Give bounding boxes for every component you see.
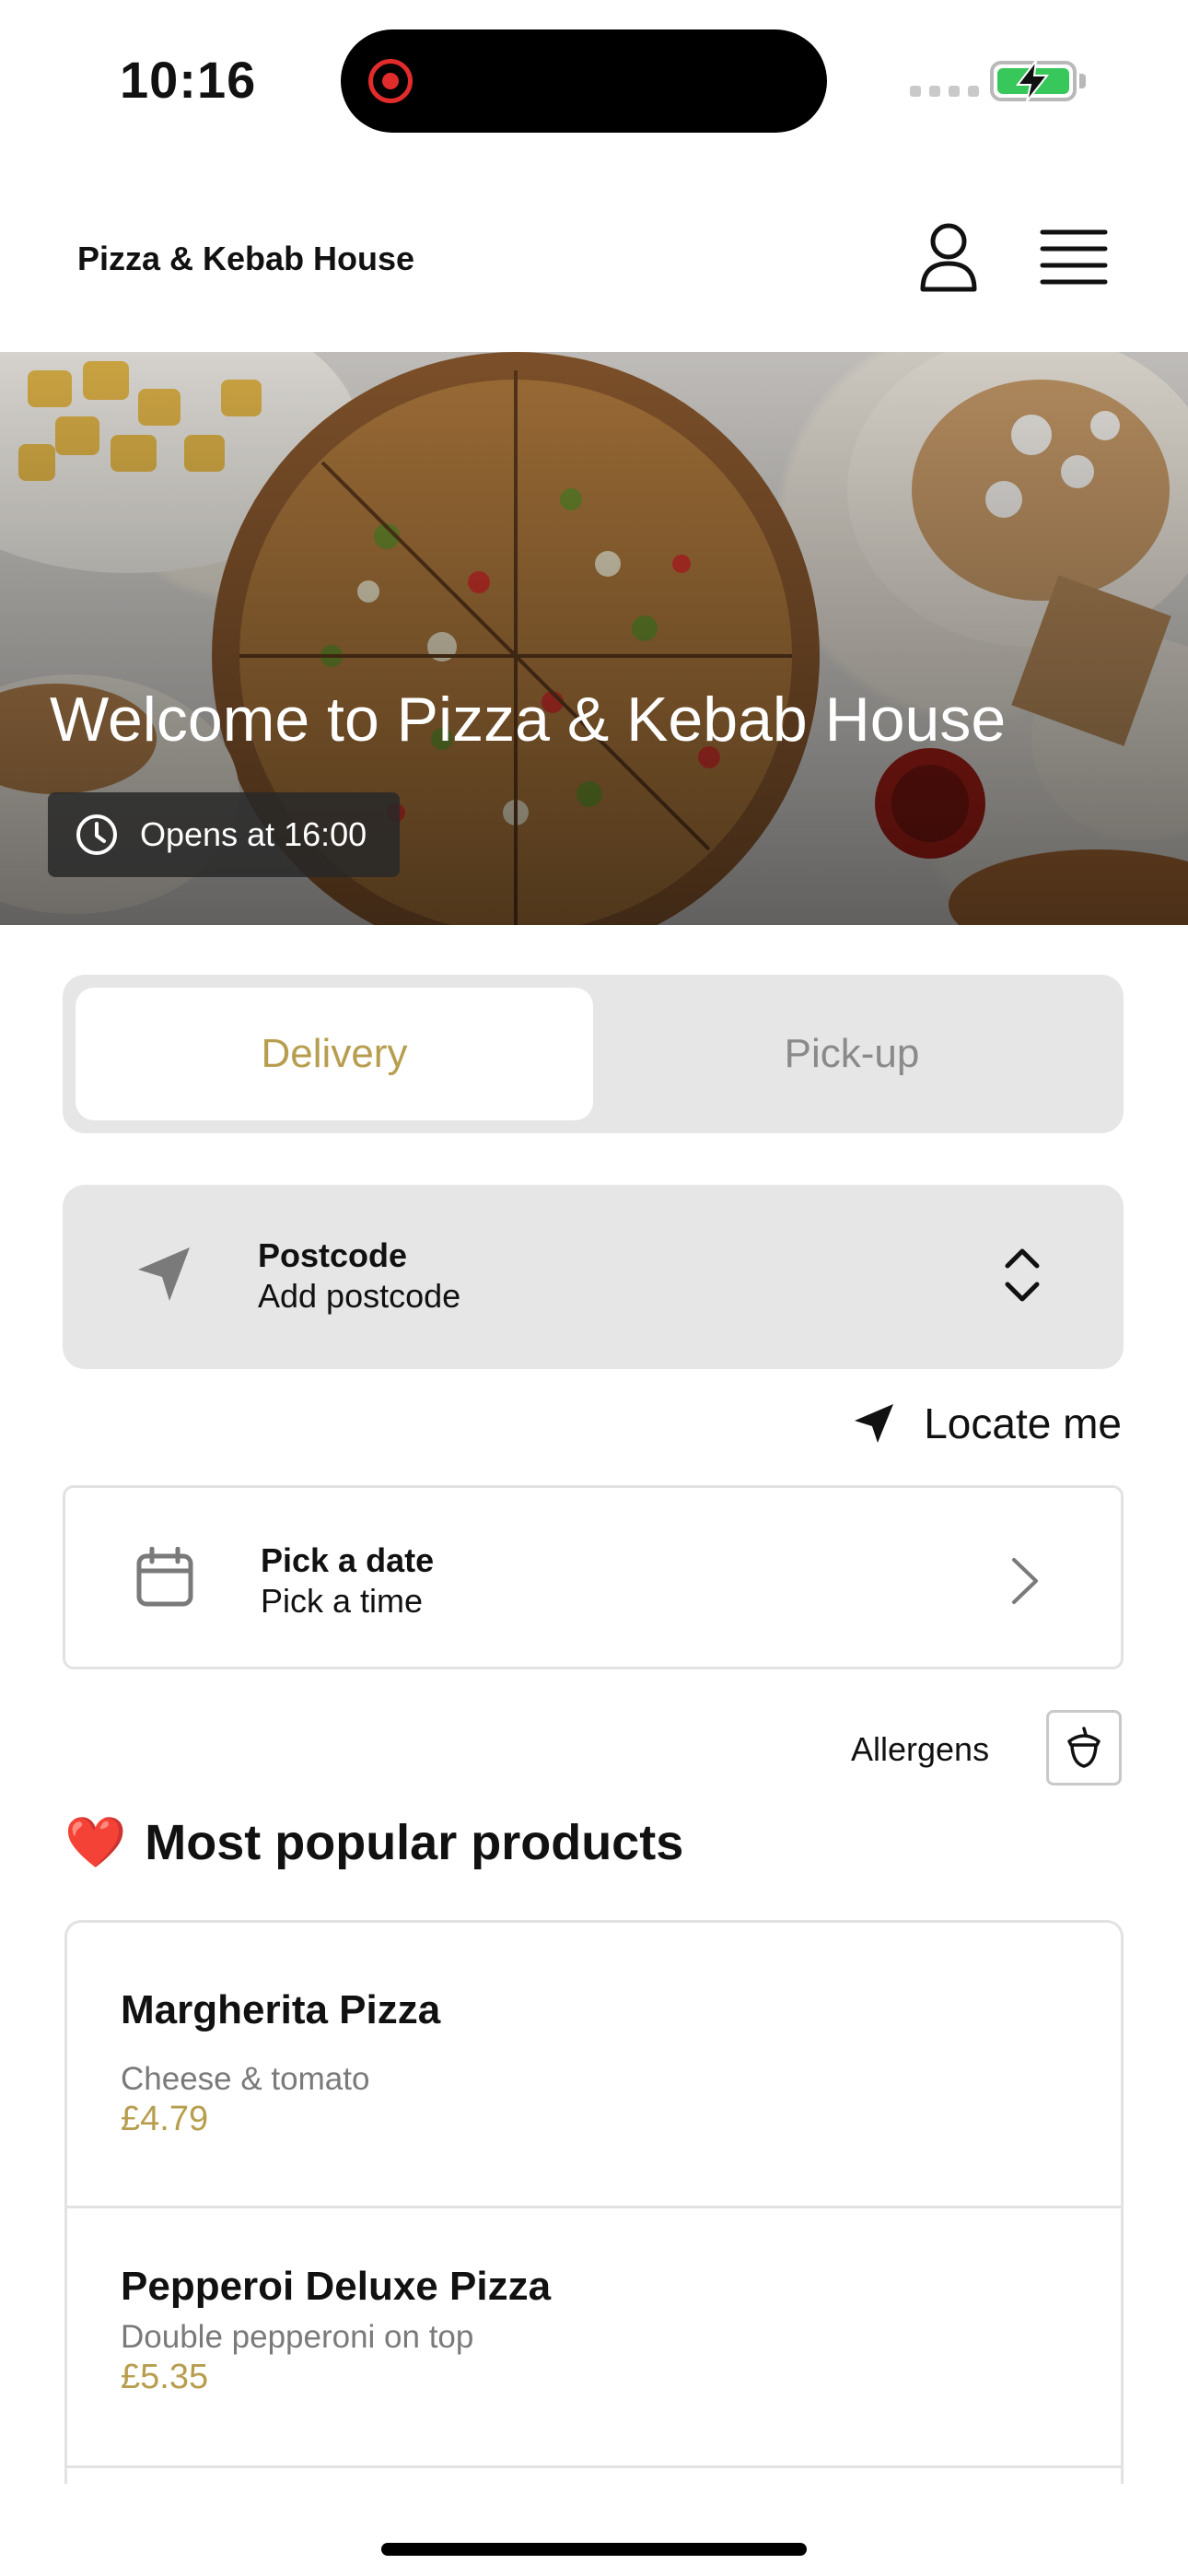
app-header: Pizza & Kebab House — [0, 184, 1188, 350]
dynamic-island — [341, 29, 827, 133]
account-button[interactable] — [912, 221, 985, 295]
opening-hours-text: Opens at 16:00 — [140, 815, 367, 853]
calendar-icon — [136, 1547, 193, 1607]
product-description: Double pepperoni on top — [121, 2319, 474, 2355]
tab-delivery[interactable]: Delivery — [76, 988, 593, 1120]
menu-button[interactable] — [1039, 227, 1109, 289]
allergens-button[interactable] — [1046, 1710, 1122, 1786]
locate-me-button[interactable]: Locate me — [852, 1399, 1122, 1448]
product-price: £4.79 — [121, 2100, 209, 2138]
cellular-signal-icon — [910, 86, 979, 97]
location-arrow-icon — [855, 1404, 894, 1443]
chevron-right-icon — [1012, 1558, 1038, 1604]
date-time-picker[interactable]: Pick a date Pick a time — [63, 1485, 1124, 1669]
battery-icon — [990, 59, 1077, 102]
acorn-icon — [1067, 1727, 1101, 1768]
product-list: Margherita Pizza Cheese & tomato £4.79 P… — [64, 1920, 1124, 2484]
product-name: Margherita Pizza — [121, 1987, 441, 2032]
postcode-selector[interactable]: Postcode Add postcode — [63, 1185, 1124, 1369]
hero-banner: Welcome to Pizza & Kebab House Opens at … — [0, 352, 1188, 925]
brand-name[interactable]: Pizza & Kebab House — [77, 240, 414, 278]
product-name: Pepperoi Deluxe Pizza — [121, 2264, 552, 2309]
charging-bolt-icon — [1015, 59, 1050, 102]
battery-cap — [1079, 74, 1086, 88]
user-icon — [920, 223, 977, 292]
home-indicator[interactable] — [381, 2543, 807, 2556]
product-card[interactable]: Margherita Pizza Cheese & tomato £4.79 — [67, 1923, 1121, 2208]
recording-indicator-icon — [368, 59, 413, 103]
clock-icon — [76, 814, 117, 855]
order-mode-toggle: Delivery Pick-up — [63, 975, 1124, 1133]
location-arrow-icon — [138, 1247, 190, 1301]
time-value: Pick a time — [261, 1582, 424, 1620]
chevron-up-down-icon — [1005, 1248, 1040, 1302]
product-description: Cheese & tomato — [121, 2061, 370, 2097]
product-price: £5.35 — [121, 2358, 209, 2396]
product-card[interactable]: Pepperoi Deluxe Pizza Double pepperoni o… — [67, 2208, 1121, 2468]
tab-pickup[interactable]: Pick-up — [593, 988, 1111, 1120]
section-title: ❤️ Most popular products — [64, 1813, 683, 1872]
hero-title: Welcome to Pizza & Kebab House — [50, 685, 1007, 755]
allergens-label: Allergens — [851, 1730, 990, 1768]
hamburger-menu-icon — [1040, 229, 1108, 285]
status-bar: 10:16 — [0, 0, 1188, 157]
postcode-value: Add postcode — [258, 1277, 461, 1315]
status-time: 10:16 — [120, 51, 257, 109]
heart-icon: ❤️ — [64, 1813, 127, 1871]
opening-hours-badge: Opens at 16:00 — [48, 792, 400, 877]
date-label: Pick a date — [261, 1541, 435, 1579]
locate-me-label: Locate me — [924, 1399, 1122, 1447]
postcode-label: Postcode — [258, 1236, 408, 1274]
popular-title: Most popular products — [145, 1815, 684, 1870]
